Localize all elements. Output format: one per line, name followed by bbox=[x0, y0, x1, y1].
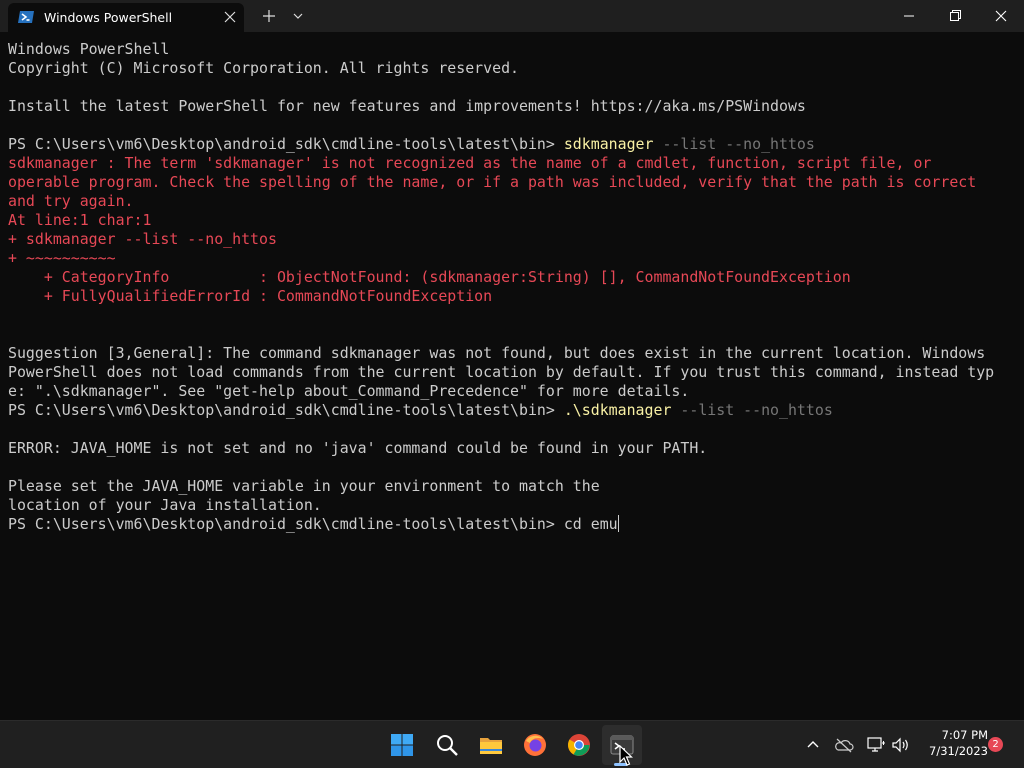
tab-title: Windows PowerShell bbox=[44, 10, 173, 25]
error-line: + FullyQualifiedErrorId : CommandNotFoun… bbox=[8, 287, 493, 305]
error-line: + CategoryInfo : ObjectNotFound: (sdkman… bbox=[8, 268, 851, 286]
search-button[interactable] bbox=[427, 725, 467, 765]
volume-icon[interactable] bbox=[890, 735, 910, 755]
plus-icon[interactable] bbox=[258, 5, 280, 27]
powershell-icon bbox=[18, 11, 34, 23]
chrome-button[interactable] bbox=[559, 725, 599, 765]
firefox-icon bbox=[524, 734, 546, 756]
error-message-line: ERROR: JAVA_HOME is not set and no 'java… bbox=[8, 439, 708, 457]
command-args: --list --no_httos bbox=[653, 135, 815, 153]
chevron-down-icon[interactable] bbox=[287, 5, 309, 27]
chrome-icon bbox=[568, 734, 590, 756]
current-command-line[interactable]: PS C:\Users\vm6\Desktop\android_sdk\cmdl… bbox=[8, 515, 619, 534]
suggestion-line: Suggestion [3,General]: The command sdkm… bbox=[8, 344, 986, 362]
close-window-icon[interactable] bbox=[978, 0, 1024, 32]
suggestion-line: e: ".\sdkmanager". See "get-help about_C… bbox=[8, 382, 690, 400]
taskbar: 7:07 PM 7/31/2023 bbox=[0, 720, 1024, 768]
error-line: + sdkmanager --list --no_httos bbox=[8, 230, 277, 248]
prompt: PS C:\Users\vm6\Desktop\android_sdk\cmdl… bbox=[8, 515, 564, 533]
title-bar: Windows PowerShell bbox=[0, 0, 1024, 32]
error-line: + ~~~~~~~~~~ bbox=[8, 249, 116, 267]
terminal-line: Windows PowerShell bbox=[8, 40, 170, 58]
error-line: At line:1 char:1 bbox=[8, 211, 152, 229]
error-message-line: location of your Java installation. bbox=[8, 496, 322, 514]
notification-badge[interactable]: 2 bbox=[988, 737, 1003, 752]
clock-date: 7/31/2023 bbox=[929, 744, 988, 758]
prompt: PS C:\Users\vm6\Desktop\android_sdk\cmdl… bbox=[8, 135, 564, 153]
command-name: sdkmanager bbox=[563, 135, 654, 153]
error-message-line: Please set the JAVA_HOME variable in you… bbox=[8, 477, 600, 495]
start-button[interactable] bbox=[382, 725, 422, 765]
clock[interactable]: 7:07 PM 7/31/2023 bbox=[916, 727, 988, 759]
suggestion-line: PowerShell does not load commands from t… bbox=[8, 363, 995, 381]
file-explorer-button[interactable] bbox=[471, 725, 511, 765]
command-name: .\sdkmanager bbox=[563, 401, 672, 419]
restore-icon[interactable] bbox=[932, 0, 978, 32]
minimize-icon[interactable] bbox=[886, 0, 932, 32]
command-args: --list --no_httos bbox=[671, 401, 833, 419]
error-line: operable program. Check the spelling of … bbox=[8, 173, 977, 191]
error-line: and try again. bbox=[8, 192, 134, 210]
terminal-line: Copyright (C) Microsoft Corporation. All… bbox=[8, 59, 520, 77]
close-tab-icon[interactable] bbox=[220, 7, 240, 27]
network-icon[interactable] bbox=[866, 735, 886, 755]
tab-windows-powershell[interactable]: Windows PowerShell bbox=[8, 3, 244, 32]
prompt: PS C:\Users\vm6\Desktop\android_sdk\cmdl… bbox=[8, 401, 564, 419]
clock-time: 7:07 PM bbox=[941, 728, 988, 742]
terminal-output[interactable]: Windows PowerShell Copyright (C) Microso… bbox=[0, 32, 1024, 720]
command-input-text: cd emu bbox=[563, 515, 618, 533]
windows-start-icon bbox=[391, 734, 413, 756]
command-line: PS C:\Users\vm6\Desktop\android_sdk\cmdl… bbox=[8, 135, 815, 154]
file-explorer-icon bbox=[480, 738, 502, 754]
text-cursor bbox=[617, 515, 619, 532]
mouse-cursor-icon bbox=[619, 745, 633, 766]
search-icon bbox=[437, 735, 458, 756]
chevron-up-icon[interactable] bbox=[803, 735, 823, 755]
onedrive-icon[interactable] bbox=[834, 735, 854, 755]
terminal-line: Install the latest PowerShell for new fe… bbox=[8, 97, 806, 115]
command-line: PS C:\Users\vm6\Desktop\android_sdk\cmdl… bbox=[8, 401, 833, 420]
firefox-button[interactable] bbox=[515, 725, 555, 765]
error-line: sdkmanager : The term 'sdkmanager' is no… bbox=[8, 154, 932, 172]
